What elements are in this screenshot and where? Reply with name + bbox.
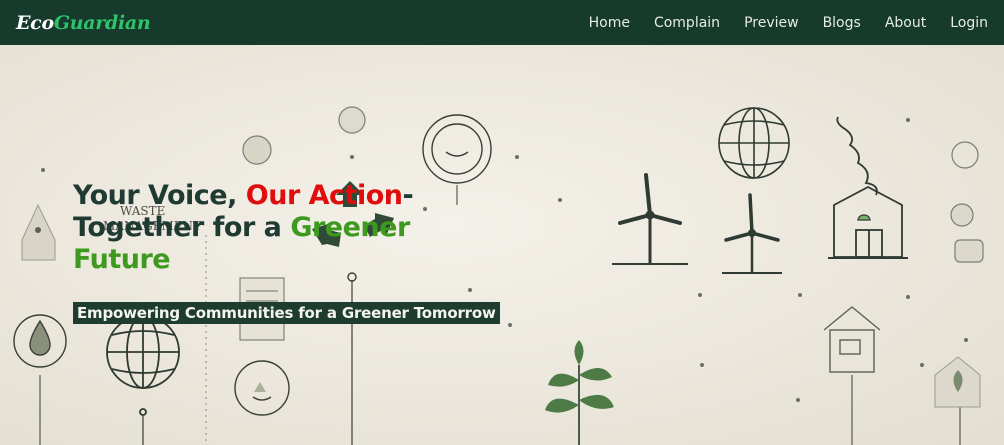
leaf-box-icon: [934, 356, 981, 408]
nav-links: Home Complain Preview Blogs About Login: [565, 15, 988, 31]
headline-together: Together for a: [73, 212, 291, 243]
recycle-circle-icon: [234, 360, 290, 416]
globe-icon-left: [106, 315, 180, 416]
brand-part-guardian: Guardian: [53, 11, 151, 34]
nav-preview-link[interactable]: Preview: [744, 15, 799, 31]
hero-section: WASTE MANAGEMENT Your Voice, Our Action-…: [0, 45, 1004, 445]
water-drop-icon: [13, 314, 67, 368]
nav-login-link[interactable]: Login: [950, 15, 988, 31]
headline-your-voice: Your Voice,: [73, 180, 246, 211]
headline-line-1: Your Voice, Our Action-: [73, 180, 493, 212]
nav-home-link[interactable]: Home: [589, 15, 630, 31]
headline-line-2: Together for a Greener: [73, 212, 493, 244]
wind-turbine-icon-1: [612, 173, 688, 265]
nav-about-link[interactable]: About: [885, 15, 926, 31]
plant-sprout-icon: [545, 340, 614, 445]
headline-our-action: Our Action: [245, 180, 403, 211]
factory-house-icon: [828, 116, 908, 259]
tag-shape-icon: [21, 203, 56, 261]
small-house-icon: [823, 306, 881, 373]
navbar: EcoGuardian Home Complain Preview Blogs …: [0, 0, 1004, 45]
headline-future: Future: [73, 244, 171, 275]
brand-logo[interactable]: EcoGuardian: [16, 11, 151, 34]
nav-blogs-link[interactable]: Blogs: [823, 15, 861, 31]
headline-greener: Greener: [290, 212, 410, 243]
globe-icon-right: [718, 107, 790, 179]
hero-subtitle: Empowering Communities for a Greener Tom…: [73, 302, 500, 324]
nav-complain-link[interactable]: Complain: [654, 15, 720, 31]
brand-part-eco: Eco: [16, 11, 54, 34]
headline-dash: -: [402, 180, 414, 211]
hero-headline: Your Voice, Our Action- Together for a G…: [73, 180, 493, 276]
wind-turbine-icon-2: [722, 193, 782, 274]
